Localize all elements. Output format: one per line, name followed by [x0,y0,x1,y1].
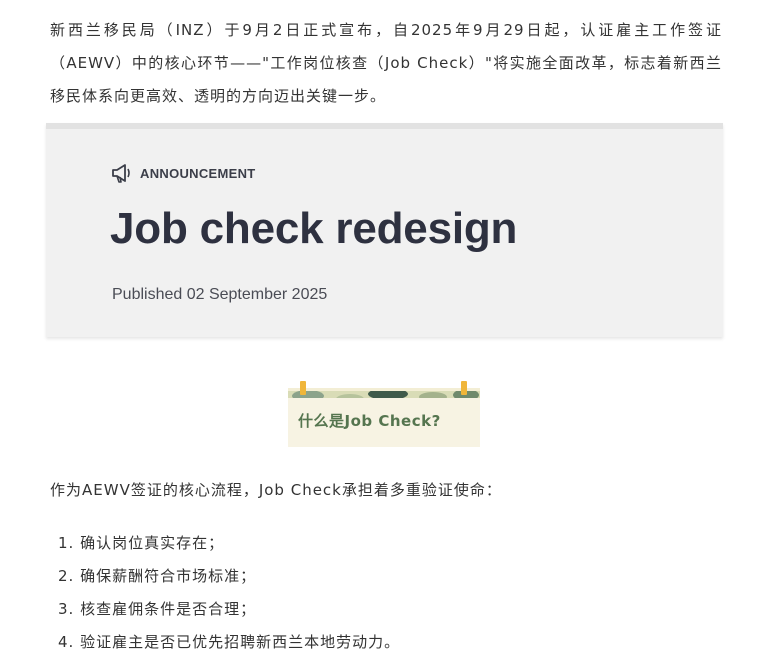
announcement-banner: ANNOUNCEMENT Job check redesign Publishe… [46,123,723,337]
intro-paragraph: 新西兰移民局（INZ）于9月2日正式宣布，自2025年9月29日起，认证雇主工作… [50,21,722,105]
section-heading: 什么是Job Check? [298,412,441,430]
list-item: 2. 确保薪酬符合市场标准； [58,567,257,585]
list-item: 1. 确认岗位真实存在； [58,534,225,552]
announcement-label-row: ANNOUNCEMENT [110,162,256,184]
pin-icon [461,381,467,395]
pin-icon [300,381,306,395]
job-check-paragraph: 作为AEWV签证的核心流程，Job Check承担着多重验证使命： [50,481,502,499]
published-date: Published 02 September 2025 [112,286,328,303]
list-item: 4. 验证雇主是否已优先招聘新西兰本地劳动力。 [58,633,401,651]
list-item: 3. 核查雇佣条件是否合理； [58,600,257,618]
section-heading-card: 什么是Job Check? [288,381,480,447]
announcement-label: ANNOUNCEMENT [140,165,256,181]
verification-list: 1. 确认岗位真实存在； 2. 确保薪酬符合市场标准； 3. 核查雇佣条件是否合… [58,527,400,659]
banner-title: Job check redesign [110,204,518,253]
megaphone-icon [112,164,130,183]
